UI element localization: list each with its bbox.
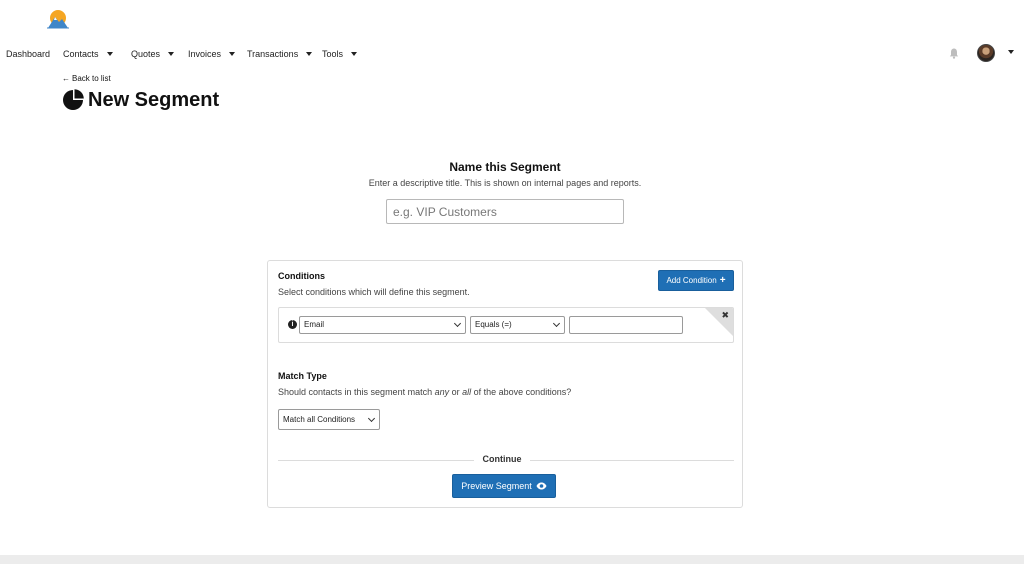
condition-field-select[interactable]: Email [299, 316, 466, 334]
condition-field-value: Email [304, 320, 325, 329]
nav-tools-label: Tools [322, 49, 344, 59]
bell-icon[interactable] [949, 48, 959, 59]
condition-value-input[interactable] [569, 316, 683, 334]
continue-label: Continue [482, 454, 522, 464]
nav-contacts[interactable]: Contacts [63, 44, 113, 64]
back-to-list-link[interactable]: ← Back to list [62, 74, 111, 83]
caret-down-icon [351, 51, 358, 56]
divider [530, 460, 734, 461]
match-type-select[interactable]: Match all Conditions [278, 409, 380, 430]
nav-dashboard[interactable]: Dashboard [6, 44, 50, 64]
segment-builder-card: Conditions Select conditions which will … [267, 260, 743, 508]
user-avatar[interactable] [977, 44, 995, 62]
match-type-any: any [434, 387, 450, 397]
condition-operator-select[interactable]: Equals (=) [470, 316, 565, 334]
nav-invoices[interactable]: Invoices [188, 44, 236, 64]
nav-transactions-label: Transactions [247, 49, 299, 59]
caret-down-icon [168, 51, 175, 56]
pie-chart-icon [63, 89, 84, 110]
chevron-down-icon [367, 414, 376, 423]
caret-down-icon [106, 51, 113, 56]
plus-icon: + [719, 275, 726, 286]
nav-transactions[interactable]: Transactions [247, 44, 313, 64]
sunrise-mountain-logo[interactable] [46, 8, 70, 30]
add-condition-button[interactable]: Add Condition + [658, 270, 734, 291]
condition-row: i Email Equals (=) ✖ [278, 307, 734, 343]
condition-operator-value: Equals (=) [475, 320, 512, 329]
nav-invoices-label: Invoices [188, 49, 222, 59]
match-type-title: Match Type [278, 371, 327, 381]
nav-tools[interactable]: Tools [322, 44, 358, 64]
match-type-subtitle-end: of the above conditions? [471, 387, 572, 397]
divider [278, 460, 474, 461]
footer-band [0, 555, 1024, 564]
nav-quotes-label: Quotes [131, 49, 161, 59]
arrow-left-icon: ← [62, 74, 70, 83]
name-segment-heading: Name this Segment [449, 160, 561, 174]
close-icon[interactable]: ✖ [721, 310, 729, 321]
nav-dashboard-label: Dashboard [6, 49, 51, 59]
preview-segment-label: Preview Segment [461, 481, 532, 491]
info-icon[interactable]: i [288, 320, 297, 329]
chevron-down-icon [552, 319, 561, 328]
match-type-all: all [462, 387, 472, 397]
match-type-subtitle: Should contacts in this segment match an… [278, 387, 571, 397]
main-nav: Dashboard Contacts Quotes Invoices Trans… [0, 44, 1024, 64]
nav-contacts-label: Contacts [63, 49, 99, 59]
match-type-subtitle-start: Should contacts in this segment match [278, 387, 435, 397]
caret-down-icon [229, 51, 236, 56]
page-header: New Segment [62, 88, 219, 112]
add-condition-label: Add Condition [666, 276, 717, 285]
conditions-title: Conditions [278, 271, 325, 281]
name-segment-subtitle: Enter a descriptive title. This is shown… [368, 178, 642, 188]
caret-down-icon [306, 51, 313, 56]
page-title: New Segment [88, 88, 220, 111]
segment-name-input[interactable] [386, 199, 624, 224]
caret-down-icon[interactable] [1008, 50, 1014, 54]
chevron-down-icon [453, 319, 462, 328]
match-type-subtitle-mid: or [449, 387, 463, 397]
conditions-subtitle: Select conditions which will define this… [278, 287, 470, 297]
nav-quotes[interactable]: Quotes [131, 44, 175, 64]
preview-segment-button[interactable]: Preview Segment [452, 474, 556, 498]
match-type-value: Match all Conditions [283, 415, 356, 424]
back-link-label: Back to list [72, 74, 111, 83]
eye-icon [536, 482, 547, 490]
